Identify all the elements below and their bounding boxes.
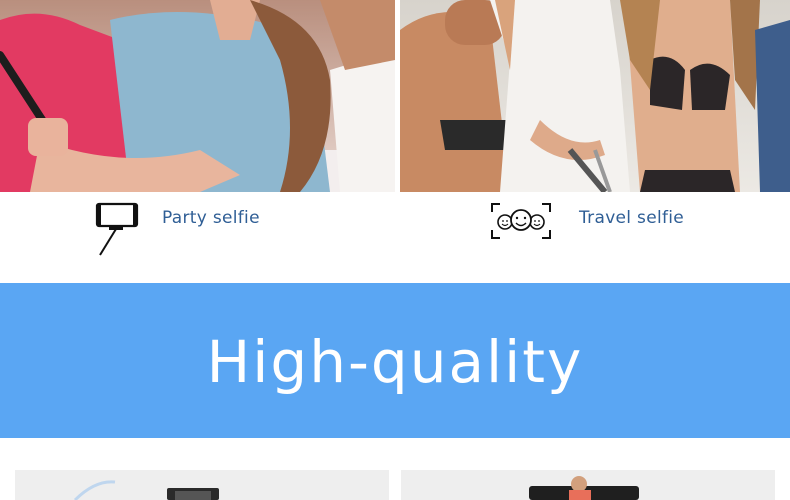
travel-selfie-photo xyxy=(400,0,790,192)
party-selfie-feature: Party selfie xyxy=(95,196,345,266)
party-selfie-label: Party selfie xyxy=(162,208,260,228)
banner-title: High-quality xyxy=(206,327,584,396)
group-faces-frame-icon xyxy=(490,202,552,244)
product-image-card-right xyxy=(401,470,775,500)
travel-selfie-label: Travel selfie xyxy=(579,208,685,228)
product-image-card-left xyxy=(15,470,389,500)
selfie-stick-phone-icon xyxy=(95,202,141,262)
party-selfie-photo xyxy=(0,0,395,192)
high-quality-banner: High-quality xyxy=(0,283,790,438)
travel-selfie-feature: Travel selfie xyxy=(490,196,750,266)
